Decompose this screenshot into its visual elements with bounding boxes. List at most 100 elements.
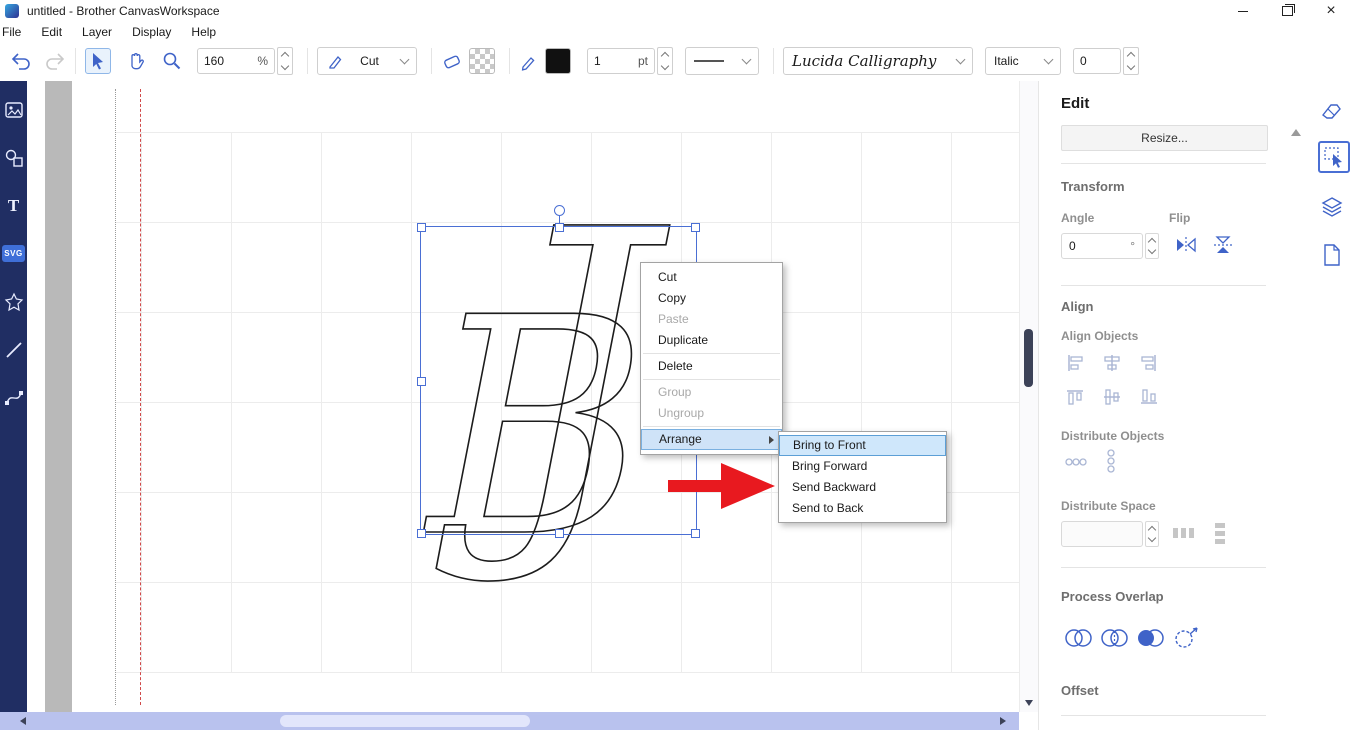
stroke-width-stepper[interactable] bbox=[657, 47, 673, 75]
clipart-tool[interactable] bbox=[2, 290, 25, 313]
context-item-ungroup: Ungroup bbox=[658, 406, 705, 420]
resize-handle-w[interactable] bbox=[417, 376, 426, 386]
fill-color-swatch[interactable] bbox=[469, 48, 495, 74]
context-item-duplicate[interactable]: Duplicate bbox=[641, 330, 782, 351]
distribute-vertical-button[interactable] bbox=[1102, 449, 1120, 473]
zoom-tool-button[interactable] bbox=[161, 50, 183, 72]
stroke-color-button[interactable] bbox=[519, 51, 539, 71]
align-center-button[interactable] bbox=[1102, 353, 1122, 373]
align-left-button[interactable] bbox=[1065, 353, 1085, 373]
align-right-button[interactable] bbox=[1139, 353, 1159, 373]
font-style-dropdown[interactable]: Italic bbox=[985, 47, 1061, 75]
flip-vertical-button[interactable] bbox=[1211, 234, 1235, 256]
panel-title: Edit bbox=[1061, 95, 1090, 112]
select-tool-button[interactable] bbox=[85, 48, 111, 74]
document-icon bbox=[1324, 244, 1340, 266]
space-horizontal-icon bbox=[1173, 528, 1194, 538]
distribute-horizontal-button[interactable] bbox=[1065, 453, 1087, 471]
resize-handle-ne[interactable] bbox=[691, 223, 700, 232]
fill-color-button[interactable] bbox=[441, 50, 463, 72]
angle-input[interactable]: 0 ° bbox=[1061, 233, 1143, 259]
menu-help[interactable]: Help bbox=[181, 25, 226, 39]
image-import-tool[interactable] bbox=[2, 98, 25, 121]
stepper-up-icon bbox=[1126, 52, 1136, 61]
weld-button[interactable] bbox=[1063, 625, 1093, 651]
scroll-right-arrow[interactable] bbox=[1000, 717, 1006, 725]
line-style-dropdown[interactable] bbox=[685, 47, 759, 75]
align-top-button[interactable] bbox=[1065, 387, 1085, 407]
resize-handle-sw[interactable] bbox=[417, 529, 426, 538]
stepper-down-icon bbox=[660, 61, 670, 70]
menu-edit[interactable]: Edit bbox=[31, 25, 72, 39]
align-bottom-button[interactable] bbox=[1139, 387, 1159, 407]
overlap-subtract-button[interactable] bbox=[1135, 625, 1165, 651]
draw-line-tool[interactable] bbox=[2, 338, 25, 361]
vertical-scroll-thumb[interactable] bbox=[1024, 329, 1033, 387]
edit-tab-active[interactable] bbox=[1318, 141, 1350, 173]
scroll-down-arrow[interactable] bbox=[1025, 700, 1033, 706]
resize-handle-n[interactable] bbox=[554, 223, 564, 232]
stroke-color-swatch[interactable] bbox=[545, 48, 571, 74]
text-tool[interactable]: T bbox=[2, 194, 25, 217]
divider bbox=[1061, 285, 1266, 286]
submenu-item-bring-to-front[interactable]: Bring to Front bbox=[779, 435, 946, 456]
horizontal-scroll-thumb[interactable] bbox=[280, 715, 530, 727]
distribute-space-stepper[interactable] bbox=[1145, 521, 1159, 547]
stroke-width-input[interactable]: 1 pt bbox=[587, 48, 655, 74]
zoom-stepper[interactable] bbox=[277, 47, 293, 75]
rotation-handle[interactable] bbox=[553, 205, 565, 216]
flip-horizontal-button[interactable] bbox=[1173, 234, 1199, 256]
pan-tool-button[interactable] bbox=[125, 50, 147, 72]
mode-dropdown[interactable]: Cut bbox=[317, 47, 417, 75]
pencil-icon bbox=[521, 57, 535, 71]
submenu-item-send-to-back[interactable]: Send to Back bbox=[779, 498, 946, 519]
horizontal-scrollbar[interactable] bbox=[0, 712, 1019, 730]
submenu-item-send-backward[interactable]: Send Backward bbox=[779, 477, 946, 498]
align-left-icon bbox=[1068, 355, 1083, 371]
magnifier-icon bbox=[163, 52, 181, 70]
flower-icon bbox=[4, 292, 23, 311]
submenu-item-bring-forward[interactable]: Bring Forward bbox=[779, 456, 946, 477]
angle-stepper[interactable] bbox=[1145, 233, 1159, 259]
resize-handle-nw[interactable] bbox=[417, 223, 426, 232]
layers-tab[interactable] bbox=[1318, 193, 1346, 221]
close-button[interactable]: × bbox=[1309, 0, 1353, 22]
distribute-space-input[interactable] bbox=[1061, 521, 1143, 547]
remove-overlap-icon bbox=[1175, 627, 1198, 648]
space-vertical-button[interactable] bbox=[1209, 521, 1229, 545]
context-item-arrange[interactable]: Arrange bbox=[641, 429, 782, 450]
resize-handle-s[interactable] bbox=[554, 529, 564, 538]
stepper-up-icon bbox=[660, 52, 670, 61]
panel-scroll-up-icon[interactable] bbox=[1291, 129, 1301, 136]
align-middle-button[interactable] bbox=[1102, 387, 1122, 407]
undo-button[interactable] bbox=[10, 51, 32, 71]
space-horizontal-button[interactable] bbox=[1171, 523, 1195, 543]
minimize-button[interactable] bbox=[1221, 0, 1265, 22]
overlap-divide-button[interactable] bbox=[1099, 625, 1129, 651]
scroll-left-arrow[interactable] bbox=[20, 717, 26, 725]
vertical-scrollbar[interactable] bbox=[1019, 81, 1038, 712]
menu-display[interactable]: Display bbox=[122, 25, 181, 39]
resize-button[interactable]: Resize... bbox=[1061, 125, 1268, 151]
menu-layer[interactable]: Layer bbox=[72, 25, 122, 39]
char-spacing-input[interactable]: 0 bbox=[1073, 48, 1121, 74]
artboard-tab[interactable] bbox=[1318, 241, 1346, 269]
canvas-area[interactable]: J B bbox=[27, 81, 1019, 712]
zoom-level-input[interactable]: 160 % bbox=[197, 48, 275, 74]
font-family-dropdown[interactable]: Lucida Calligraphy bbox=[783, 47, 973, 75]
menu-file[interactable]: File bbox=[0, 25, 31, 39]
resize-handle-se[interactable] bbox=[691, 529, 700, 538]
shapes-tool[interactable] bbox=[2, 146, 25, 169]
menu-bar: File Edit Layer Display Help bbox=[0, 22, 1353, 41]
maximize-button[interactable] bbox=[1265, 0, 1309, 22]
context-item-copy[interactable]: Copy bbox=[641, 288, 782, 309]
svg-import-tool[interactable]: SVG bbox=[2, 242, 25, 265]
context-item-cut[interactable]: Cut bbox=[641, 267, 782, 288]
overlap-remove-button[interactable] bbox=[1171, 625, 1201, 651]
context-item-delete[interactable]: Delete bbox=[641, 356, 782, 377]
eraser-tab[interactable] bbox=[1318, 97, 1346, 125]
path-edit-tool[interactable] bbox=[2, 386, 25, 409]
minimize-icon bbox=[1238, 10, 1248, 12]
char-spacing-stepper[interactable] bbox=[1123, 47, 1139, 75]
redo-button[interactable] bbox=[44, 51, 66, 71]
